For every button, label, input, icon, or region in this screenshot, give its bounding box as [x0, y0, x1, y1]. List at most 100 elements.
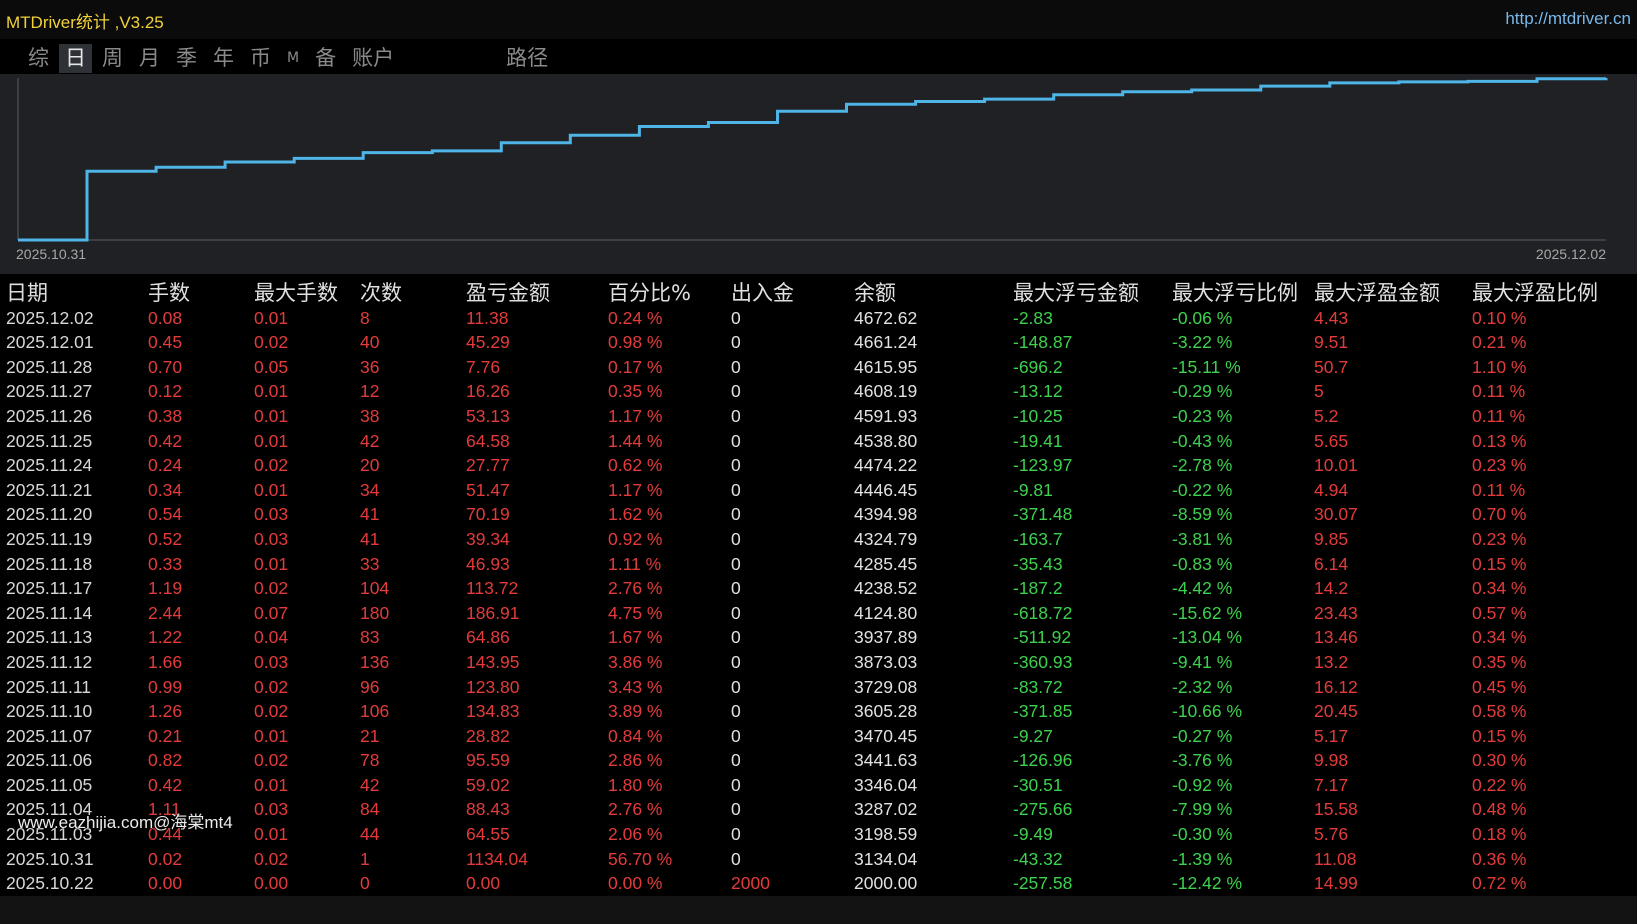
- cell-profit: 11.38: [466, 307, 509, 328]
- table-row[interactable]: 2025.11.25 0.42 0.01 42 64.58 1.44 % 0 4538.80 -…: [0, 429, 1637, 454]
- cell-max-floating-loss: -2.83: [1013, 307, 1053, 328]
- cell-lots: 0.45: [148, 332, 183, 353]
- cell-max-floating-loss-ratio: -0.29 %: [1172, 381, 1233, 402]
- table-row[interactable]: 2025.11.18 0.33 0.01 33 46.93 1.11 % 0 4285.45 -…: [0, 552, 1637, 577]
- table-row[interactable]: 2025.11.24 0.24 0.02 20 27.77 0.62 % 0 4474.22 -…: [0, 453, 1637, 478]
- cell-max-floating-profit-ratio: 0.36 %: [1472, 848, 1527, 869]
- cell-trades: 136: [360, 651, 390, 672]
- table-row[interactable]: 2025.12.02 0.08 0.01 8 11.38 0.24 % 0 4672.62 -2…: [0, 306, 1637, 331]
- cell-max-floating-profit-ratio: 0.13 %: [1472, 430, 1527, 451]
- cell-percent: 1.80 %: [608, 774, 663, 795]
- cell-profit: 186.91: [466, 602, 520, 623]
- tab-4[interactable]: 季: [170, 44, 203, 73]
- table-row[interactable]: 2025.11.07 0.21 0.01 21 28.82 0.84 % 0 3470.45 -…: [0, 724, 1637, 749]
- table-row[interactable]: 2025.11.27 0.12 0.01 12 16.26 0.35 % 0 4608.19 -…: [0, 379, 1637, 404]
- cell-trades: 41: [360, 504, 380, 525]
- header-date[interactable]: 日期: [6, 281, 48, 306]
- table-row[interactable]: 2025.11.20 0.54 0.03 41 70.19 1.62 % 0 4394.98 -…: [0, 502, 1637, 527]
- tab-1[interactable]: 日: [59, 44, 92, 73]
- cell-max-floating-profit-ratio: 0.70 %: [1472, 504, 1527, 525]
- table-row[interactable]: 2025.10.22 0.00 0.00 0 0.00 0.00 % 2000 2000.00…: [0, 871, 1637, 896]
- website-link[interactable]: http://mtdriver.cn: [1505, 9, 1631, 29]
- header-lots[interactable]: 手数: [148, 281, 190, 306]
- cell-date: 2025.11.10: [6, 701, 93, 722]
- table-row[interactable]: 2025.12.01 0.45 0.02 40 45.29 0.98 % 0 4661.24 -…: [0, 330, 1637, 355]
- cell-balance: 3346.04: [854, 774, 918, 795]
- cell-date: 2025.10.22: [6, 873, 94, 894]
- table-row[interactable]: 2025.11.17 1.19 0.02 104 113.72 2.76 % 0 4238.5…: [0, 576, 1637, 601]
- table-row[interactable]: 2025.11.28 0.70 0.05 36 7.76 0.17 % 0 4615.95 -6…: [0, 355, 1637, 380]
- header-deposit[interactable]: 出入金: [731, 281, 794, 306]
- cell-lots: 0.99: [148, 676, 183, 697]
- tab-2[interactable]: 周: [96, 44, 129, 73]
- cell-balance: 3605.28: [854, 701, 918, 722]
- header-max-lots[interactable]: 最大手数: [254, 281, 338, 306]
- cell-deposit: 0: [731, 553, 741, 574]
- table-row[interactable]: 2025.11.26 0.38 0.01 38 53.13 1.17 % 0 4591.93 -…: [0, 404, 1637, 429]
- cell-max-lots: 0.01: [254, 479, 289, 500]
- cell-max-lots: 0.02: [254, 750, 289, 771]
- table-row[interactable]: 2025.11.13 1.22 0.04 83 64.86 1.67 % 0 3937.89 -…: [0, 625, 1637, 650]
- chart-end-date: 2025.12.02: [1536, 246, 1606, 262]
- tab-6[interactable]: 币: [244, 44, 277, 73]
- cell-date: 2025.11.11: [6, 676, 91, 697]
- cell-profit: 64.58: [466, 430, 510, 451]
- table-row[interactable]: 2025.11.04 1.11 0.03 84 88.43 2.76 % 0 3287.02-…: [0, 797, 1637, 822]
- table-row[interactable]: 2025.11.10 1.26 0.02 106 134.83 3.89 % 0 3605.2…: [0, 699, 1637, 724]
- cell-profit: 70.19: [466, 504, 510, 525]
- cell-max-lots: 0.05: [254, 356, 289, 377]
- cell-deposit: 0: [731, 627, 741, 648]
- cell-max-floating-profit-ratio: 0.72 %: [1472, 873, 1527, 894]
- tab-7[interactable]: M: [281, 44, 305, 73]
- cell-profit: 45.29: [466, 332, 510, 353]
- cell-profit: 64.86: [466, 627, 510, 648]
- cell-profit: 51.47: [466, 479, 510, 500]
- cell-max-floating-profit-ratio: 0.15 %: [1472, 553, 1527, 574]
- cell-date: 2025.11.14: [6, 602, 93, 623]
- header-profit[interactable]: 盈亏金额: [466, 281, 550, 306]
- table-row[interactable]: 2025.11.06 0.82 0.02 78 95.59 2.86 % 0 3441.63 -…: [0, 748, 1637, 773]
- cell-max-floating-loss-ratio: -3.22 %: [1172, 332, 1233, 353]
- cell-max-floating-profit-ratio: 0.10 %: [1472, 307, 1527, 328]
- cell-balance: 3873.03: [854, 651, 918, 672]
- cell-max-floating-loss: -9.49: [1013, 824, 1053, 845]
- cell-lots: 0.02: [148, 848, 183, 869]
- cell-max-floating-loss-ratio: -12.42 %: [1172, 873, 1243, 894]
- tab-9[interactable]: 账户: [346, 44, 400, 73]
- cell-deposit: 0: [731, 602, 741, 623]
- header-trades[interactable]: 次数: [360, 281, 402, 306]
- cell-max-lots: 0.02: [254, 701, 289, 722]
- cell-deposit: 0: [731, 455, 741, 476]
- tab-8[interactable]: 备: [309, 44, 342, 73]
- tab-3[interactable]: 月: [133, 44, 166, 73]
- cell-max-floating-profit: 5.76: [1314, 824, 1349, 845]
- table-row[interactable]: 2025.11.19 0.52 0.03 41 39.34 0.92 % 0 4324.79 -…: [0, 527, 1637, 552]
- cell-max-floating-profit: 50.7: [1314, 356, 1349, 377]
- watermark-text: www.eazhijia.com@海棠mt4: [18, 813, 233, 832]
- header-max-floating-loss[interactable]: 最大浮亏金额: [1013, 281, 1139, 306]
- table-row[interactable]: 2025.10.31 0.02 0.02 1 1134.04 56.70 % 0 3134.0…: [0, 847, 1637, 872]
- cell-trades: 44: [360, 824, 380, 845]
- table-row[interactable]: 2025.11.14 2.44 0.07 180 186.91 4.75 % 0 4124.8…: [0, 601, 1637, 626]
- cell-lots: 1.26: [148, 701, 183, 722]
- table-row[interactable]: 2025.11.21 0.34 0.01 34 51.47 1.17 % 0 4446.45 -…: [0, 478, 1637, 503]
- cell-lots: 0.70: [148, 356, 183, 377]
- cell-trades: 8: [360, 307, 370, 328]
- cell-max-floating-profit-ratio: 0.11 %: [1472, 479, 1526, 500]
- tab-0[interactable]: 综: [22, 44, 55, 73]
- header-max-floating-profit[interactable]: 最大浮盈金额: [1314, 281, 1440, 306]
- header-balance[interactable]: 余额: [854, 281, 896, 306]
- tab-10[interactable]: 路径: [500, 44, 554, 73]
- cell-max-floating-loss: -163.7: [1013, 528, 1063, 549]
- cell-max-floating-loss: -83.72: [1013, 676, 1063, 697]
- header-max-floating-profit-ratio[interactable]: 最大浮盈比例: [1472, 281, 1598, 306]
- header-percent[interactable]: 百分比%: [608, 281, 691, 306]
- cell-percent: 0.00 %: [608, 873, 663, 894]
- table-row[interactable]: 2025.11.03 0.44 0.01 44 64.55 2.06 % 0 3198.59-…: [0, 822, 1637, 847]
- header-max-floating-loss-ratio[interactable]: 最大浮亏比例: [1172, 281, 1298, 306]
- table-row[interactable]: 2025.11.05 0.42 0.01 42 59.02 1.80 % 0 3346.04 -…: [0, 773, 1637, 798]
- table-row[interactable]: 2025.11.11 0.99 0.02 96 123.80 3.43 % 0 3729.08…: [0, 675, 1637, 700]
- cell-deposit: 0: [731, 750, 741, 771]
- table-row[interactable]: 2025.11.12 1.66 0.03 136 143.95 3.86 % 0 3873.0…: [0, 650, 1637, 675]
- tab-5[interactable]: 年: [207, 44, 240, 73]
